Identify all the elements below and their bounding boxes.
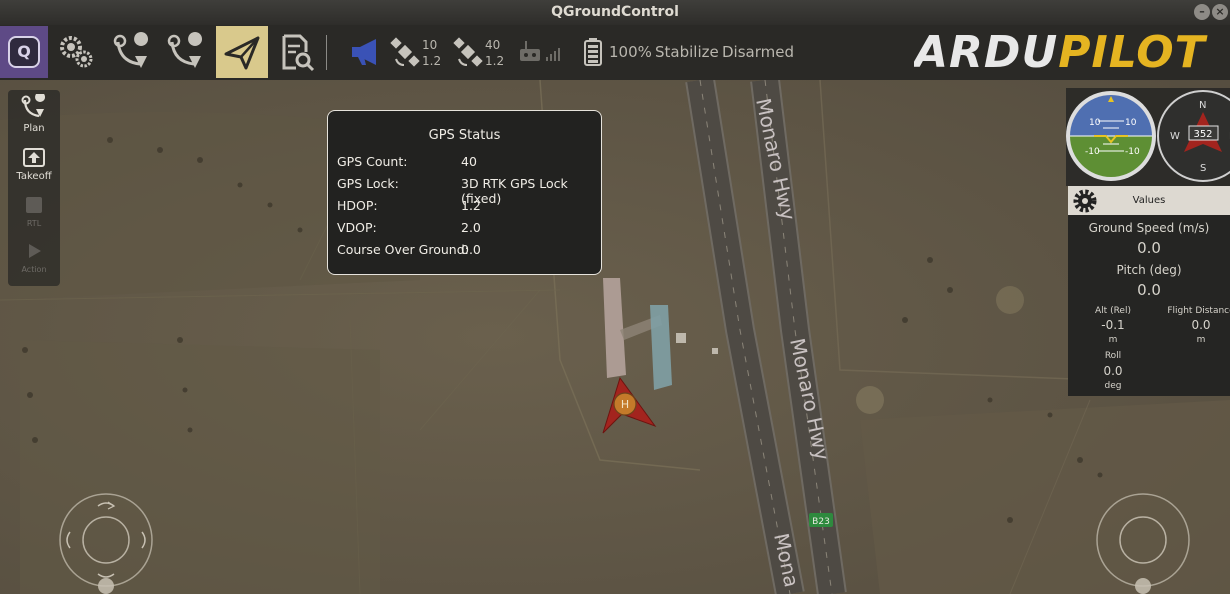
gps-cog-label: Course Over Ground:: [337, 242, 469, 257]
road-shield-label: B23: [812, 517, 830, 527]
instrument-widgets: 10 10 -10 -10 N W E S 352: [1066, 88, 1230, 186]
paper-plane-icon: [224, 36, 260, 70]
megaphone-icon: [352, 39, 376, 65]
compass-north-letter: N: [1199, 100, 1206, 111]
gps1-hdop: 1.2: [422, 54, 442, 68]
roll-unit: deg: [1104, 381, 1122, 391]
gps-row-vdop: VDOP: 2.0: [337, 220, 599, 238]
main-toolbar: Q 10 1.2 40 1.2 100% Stabilize Disarmed …: [0, 25, 1230, 80]
fly-tool-strip: Plan Takeoff RTL Action: [8, 90, 60, 286]
gps-cog-value: 0.0: [461, 242, 481, 257]
tool-plan[interactable]: Plan: [8, 92, 60, 134]
satellite-map[interactable]: Monaro Hwy Monaro Hwy Mona B23 H: [0, 80, 1230, 594]
tool-action-label: Action: [21, 265, 47, 274]
tool-plan-label: Plan: [23, 123, 45, 134]
gps-count-value: 40: [461, 154, 477, 169]
gps1-indicator[interactable]: [388, 26, 422, 78]
plan-view-button[interactable]: [106, 26, 158, 78]
analyze-view-button[interactable]: [270, 26, 322, 78]
rc-transmitter-icon: [520, 41, 560, 61]
gps-status-title: GPS Status: [428, 128, 501, 143]
battery-percent: 100%: [609, 43, 652, 61]
window-title: QGroundControl: [551, 4, 679, 20]
arm-status[interactable]: Disarmed: [722, 25, 794, 80]
ardupilot-logo-right: PILOT: [1058, 27, 1206, 78]
attitude-tick-upper-left: 10: [1089, 118, 1101, 128]
ardupilot-logo: ARDUPILOT: [914, 25, 1230, 80]
close-button[interactable]: ×: [1212, 4, 1228, 20]
flight-distance-label: Flight Distance: [1167, 306, 1230, 316]
window-titlebar: QGroundControl – ×: [0, 0, 1230, 25]
flight-distance-value: 0.0: [1191, 318, 1211, 332]
alt-unit: m: [1108, 335, 1118, 345]
gps1-count: 10: [422, 38, 438, 52]
rtl-icon: [26, 197, 42, 213]
compass-west-letter: W: [1170, 131, 1180, 142]
plan-route-icon-alt: [167, 32, 203, 68]
right-virtual-joystick[interactable]: [1095, 490, 1195, 594]
minimize-button[interactable]: –: [1194, 4, 1210, 20]
rc-rssi-indicator[interactable]: [514, 26, 568, 78]
messages-button[interactable]: [345, 26, 385, 78]
gps-count-label: GPS Count:: [337, 154, 408, 169]
toolbar-divider: [326, 35, 327, 70]
gps-row-count: GPS Count: 40: [337, 154, 599, 172]
tool-rtl[interactable]: RTL: [8, 194, 60, 228]
compass-south-letter: S: [1200, 163, 1206, 174]
roll-value: 0.0: [1103, 364, 1123, 378]
alt-value: -0.1: [1101, 318, 1125, 332]
attitude-tick-lower-right: -10: [1125, 147, 1140, 157]
gps-row-hdop: HDOP: 1.2: [337, 198, 599, 216]
gps-lock-label: GPS Lock:: [337, 176, 399, 191]
ardupilot-logo-left: ARDU: [914, 27, 1059, 78]
document-search-icon: [282, 34, 315, 72]
gps2-count: 40: [485, 38, 501, 52]
values-header: Values: [1068, 186, 1230, 215]
battery-indicator[interactable]: [578, 26, 608, 78]
values-header-label: Values: [1132, 195, 1166, 206]
flight-mode-selector[interactable]: Stabilize: [655, 25, 719, 80]
values-panel: Values Ground Speed (m/s) 0.0 Pitch (deg…: [1068, 186, 1230, 396]
takeoff-icon: [23, 148, 45, 167]
attitude-tick-lower-left: -10: [1085, 147, 1100, 157]
flight-distance-unit: m: [1196, 335, 1206, 345]
vehicle-setup-button[interactable]: [50, 26, 102, 78]
gps2-indicator[interactable]: [451, 26, 485, 78]
ground-speed-label: Ground Speed (m/s): [1088, 221, 1210, 235]
battery-icon: [584, 38, 602, 66]
tool-rtl-label: RTL: [26, 219, 42, 228]
ground-speed-value: 0.0: [1137, 239, 1161, 257]
qgc-logo-icon: Q: [8, 36, 40, 68]
play-icon: [29, 244, 41, 258]
qgc-logo-button[interactable]: Q: [0, 26, 48, 78]
tool-takeoff[interactable]: Takeoff: [8, 146, 60, 182]
gear-icon[interactable]: [1070, 187, 1100, 215]
gps-row-lock: GPS Lock: 3D RTK GPS Lock (fixed): [337, 176, 599, 206]
plan-route-icon: [113, 32, 149, 68]
pitch-label: Pitch (deg): [1116, 263, 1182, 277]
gps-hdop-label: HDOP:: [337, 198, 378, 213]
gps2-hdop: 1.2: [485, 54, 505, 68]
compass-heading: 352: [1193, 129, 1212, 140]
pattern-view-button[interactable]: [160, 26, 212, 78]
gps-row-cog: Course Over Ground: 0.0: [337, 242, 599, 260]
gears-icon: [60, 36, 93, 68]
left-virtual-joystick[interactable]: [58, 490, 158, 594]
plan-icon: [21, 92, 46, 118]
gps-hdop-value: 1.2: [461, 198, 481, 213]
home-marker-label: H: [621, 398, 629, 411]
tool-takeoff-label: Takeoff: [16, 171, 52, 182]
roll-label: Roll: [1104, 351, 1122, 361]
app-window: Monaro Hwy Monaro Hwy Mona B23 H QGround…: [0, 0, 1230, 594]
satellite-icon: [453, 37, 483, 67]
satellite-icon: [390, 37, 420, 67]
pitch-value: 0.0: [1137, 281, 1161, 299]
tool-action[interactable]: Action: [8, 240, 60, 274]
gps-status-popup: GPS Status GPS Count: 40 GPS Lock: 3D RT…: [327, 110, 602, 275]
fly-view-button[interactable]: [216, 26, 268, 78]
gps-vdop-label: VDOP:: [337, 220, 377, 235]
alt-label: Alt (Rel): [1095, 306, 1131, 316]
attitude-tick-upper-right: 10: [1125, 118, 1137, 128]
gps-vdop-value: 2.0: [461, 220, 481, 235]
